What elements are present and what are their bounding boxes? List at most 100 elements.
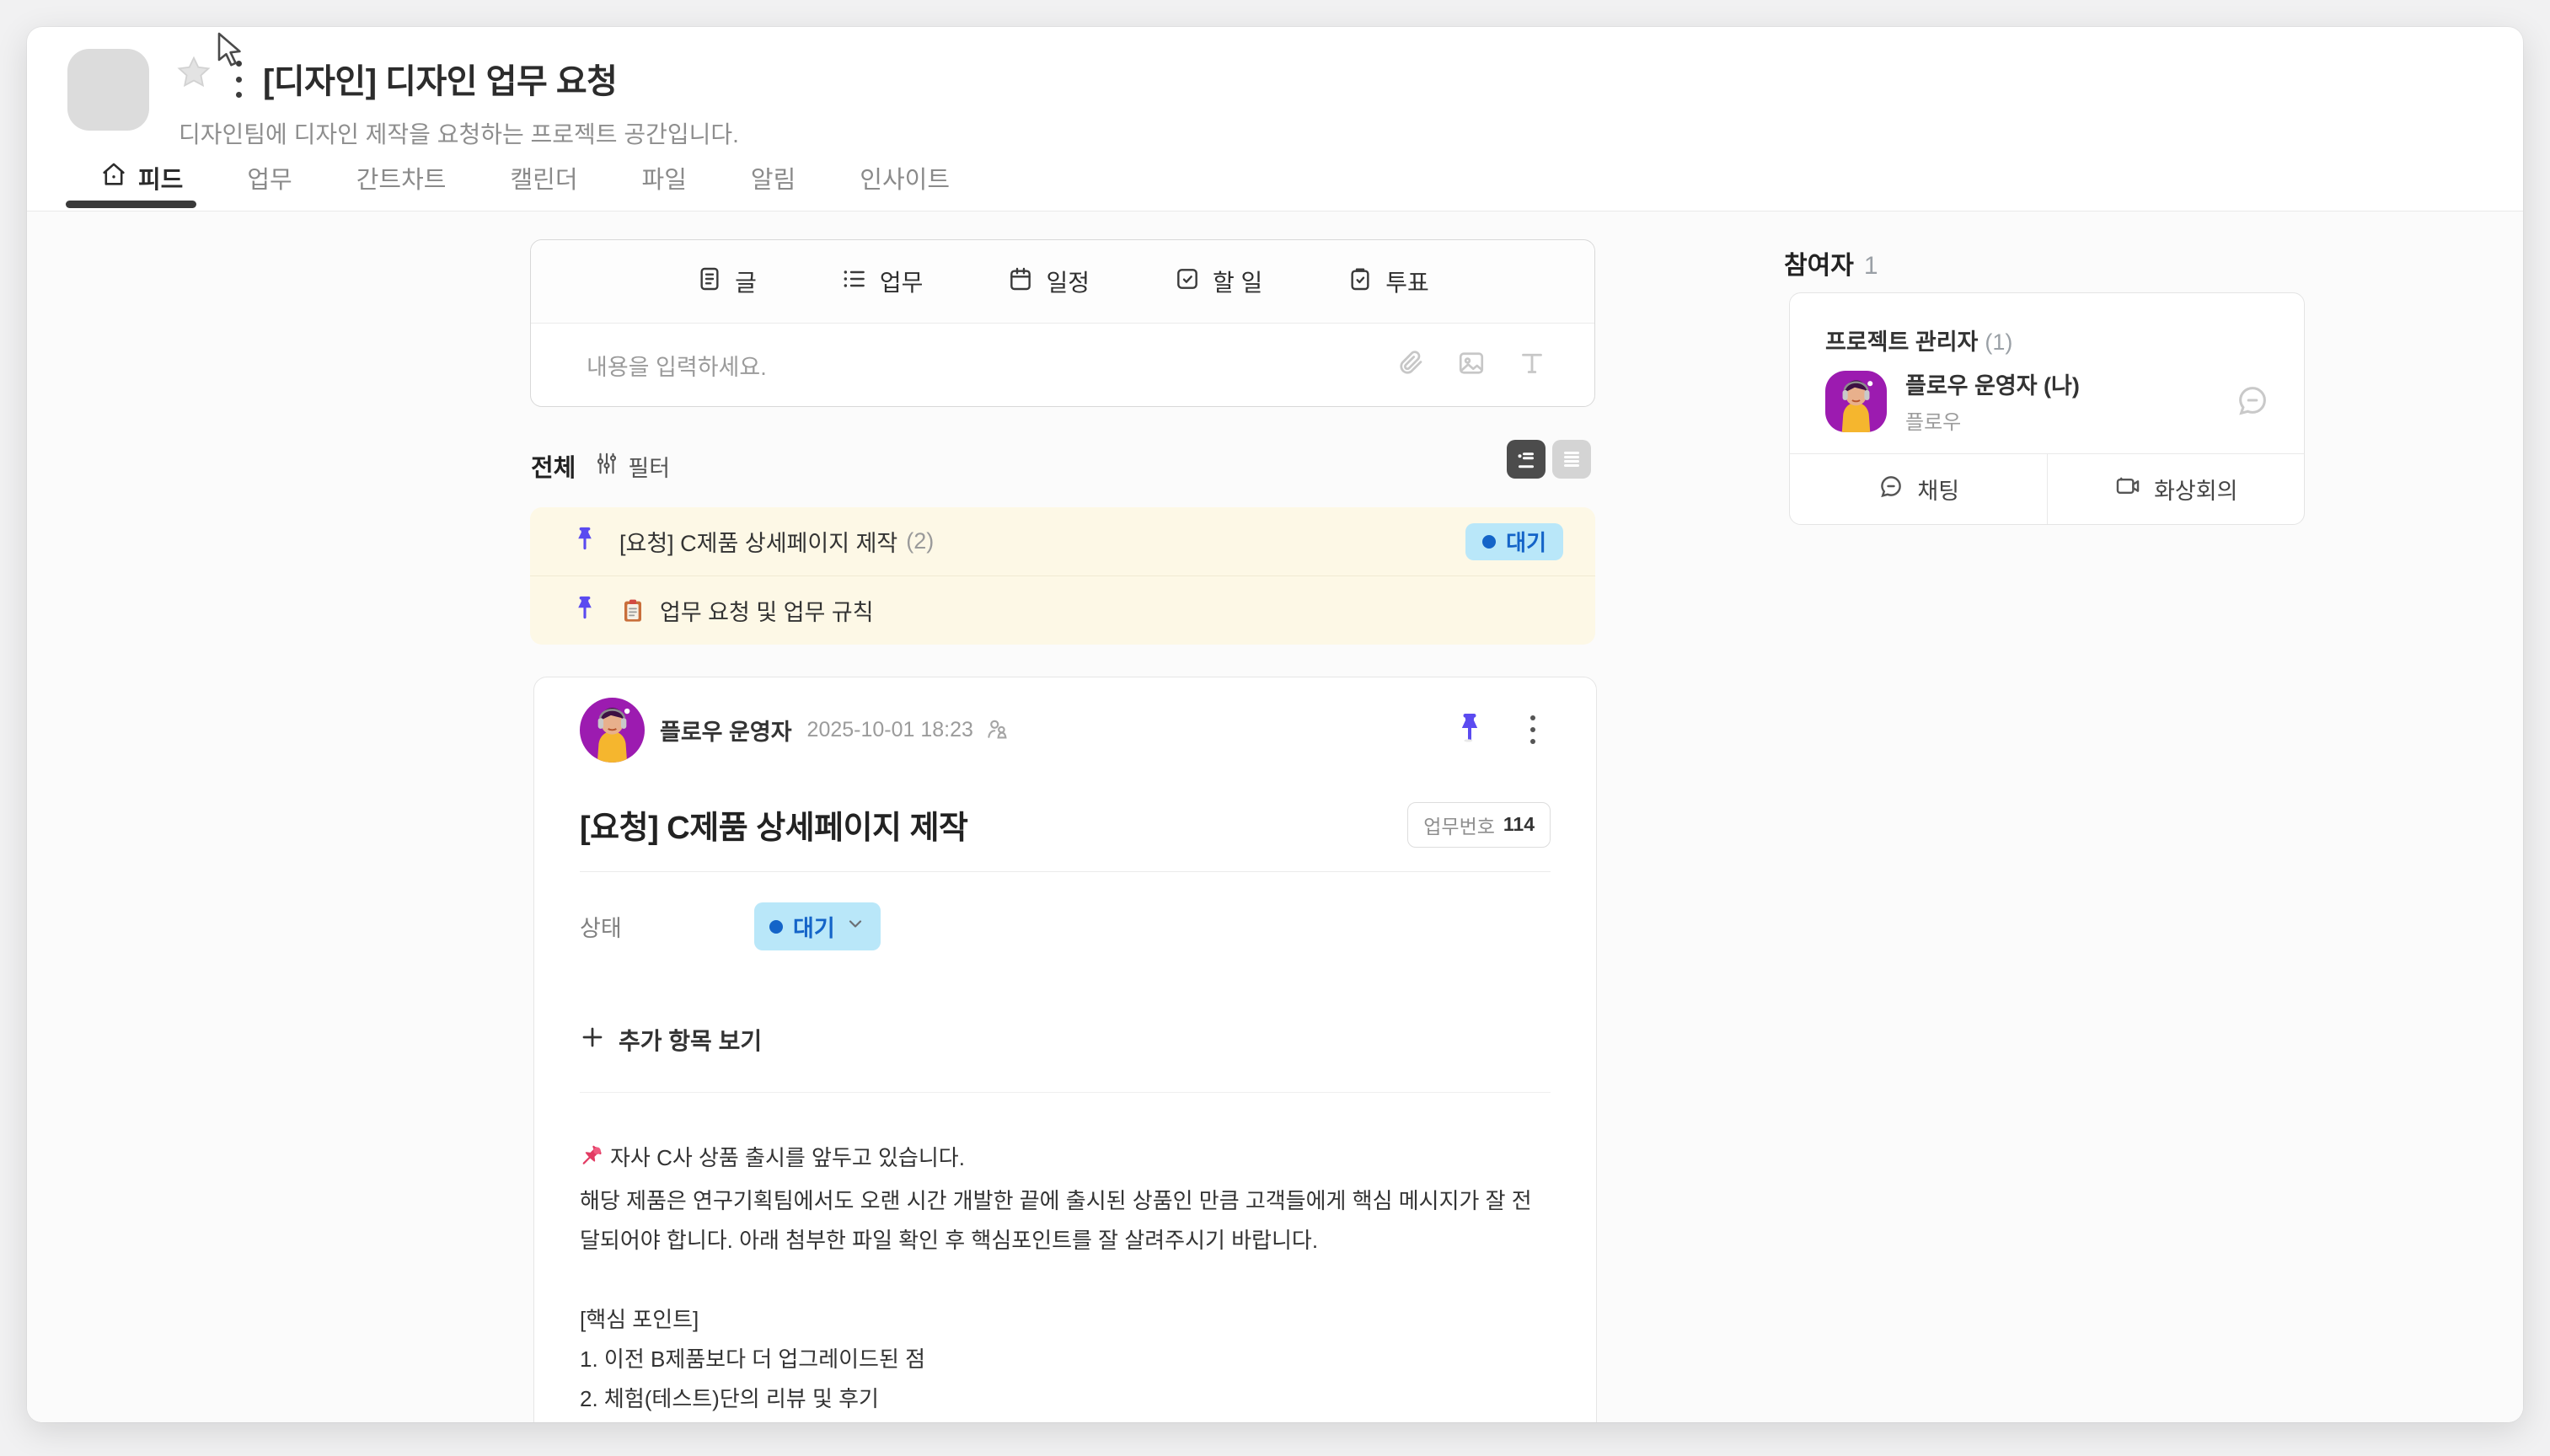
composer-tools bbox=[1396, 324, 1547, 407]
tab-calendar[interactable]: 캘린더 bbox=[510, 160, 577, 195]
list-detail-view-toggle[interactable] bbox=[1507, 440, 1546, 479]
filter-button[interactable]: 필터 bbox=[594, 450, 670, 483]
participant-org: 플로우 bbox=[1905, 405, 2080, 435]
video-button-label: 화상회의 bbox=[2154, 473, 2237, 506]
post-composer: 글 업무 일정 할 일 투표 내용을 입력하세요. bbox=[530, 239, 1595, 407]
composer-action-task[interactable]: 업무 bbox=[841, 265, 924, 298]
filter-label: 필터 bbox=[628, 450, 670, 483]
tab-label: 파일 bbox=[642, 160, 687, 195]
project-description: 디자인팀에 디자인 제작을 요청하는 프로젝트 공간입니다. bbox=[179, 116, 739, 150]
participant-row[interactable]: 플로우 운영자 (나) 플로우 bbox=[1825, 367, 2080, 435]
show-more-fields-label: 추가 항목 보기 bbox=[619, 1023, 762, 1057]
composer-action-label: 업무 bbox=[880, 265, 924, 298]
pinned-posts: [요청] C제품 상세페이지 제작 (2) 대기 업무 요청 및 업무 규칙 bbox=[530, 507, 1595, 645]
chat-icon bbox=[1877, 472, 1905, 506]
pinned-item-title: [요청] C제품 상세페이지 제작 bbox=[619, 525, 897, 558]
tab-tasks[interactable]: 업무 bbox=[247, 160, 292, 195]
tab-label: 업무 bbox=[247, 160, 292, 195]
filter-all-label[interactable]: 전체 bbox=[531, 448, 576, 484]
post-body: 자사 C사 상품 출시를 앞두고 있습니다. 해당 제품은 연구기획팀에서도 오… bbox=[580, 1138, 1551, 1422]
pinned-pin-icon[interactable] bbox=[1453, 711, 1487, 749]
participant-name: 플로우 운영자 (나) bbox=[1905, 367, 2080, 400]
image-icon[interactable] bbox=[1456, 348, 1487, 383]
group-count: (1) bbox=[1985, 329, 2012, 355]
participant-group-label: 프로젝트 관리자 (1) bbox=[1825, 324, 2012, 356]
task-list-icon bbox=[841, 265, 868, 298]
composer-action-label: 할 일 bbox=[1213, 265, 1262, 298]
clipboard-emoji bbox=[619, 597, 646, 624]
body-line: 해당 제품은 연구기획팀에서도 오랜 시간 개발한 끝에 출시된 상품인 만큼 … bbox=[580, 1181, 1551, 1261]
post-timestamp: 2025-10-01 18:23 bbox=[807, 718, 973, 742]
composer-placeholder: 내용을 입력하세요. bbox=[587, 349, 767, 382]
status-dropdown[interactable]: 대기 bbox=[754, 902, 881, 950]
active-tab-indicator bbox=[66, 201, 196, 208]
tab-label: 캘린더 bbox=[510, 160, 577, 195]
post-author-name[interactable]: 플로우 운영자 bbox=[660, 714, 792, 747]
status-dot bbox=[769, 920, 783, 934]
composer-action-vote[interactable]: 투표 bbox=[1347, 265, 1429, 298]
post-more-menu-icon[interactable] bbox=[1530, 715, 1535, 744]
post-header: 플로우 운영자 2025-10-01 18:23 bbox=[580, 697, 1551, 763]
chat-button[interactable]: 채팅 bbox=[1790, 454, 2047, 524]
video-call-button[interactable]: 화상회의 bbox=[2047, 454, 2305, 524]
tab-insights[interactable]: 인사이트 bbox=[860, 160, 950, 195]
app-window: [디자인] 디자인 업무 요청 디자인팀에 디자인 제작을 요청하는 프로젝트 … bbox=[27, 27, 2523, 1422]
pinned-item[interactable]: 업무 요청 및 업무 규칙 bbox=[530, 575, 1595, 645]
composer-action-todo[interactable]: 할 일 bbox=[1174, 265, 1262, 298]
tab-label: 인사이트 bbox=[860, 160, 950, 195]
body-spacer bbox=[580, 1261, 1551, 1300]
pinned-item[interactable]: [요청] C제품 상세페이지 제작 (2) 대기 bbox=[530, 507, 1595, 575]
project-tabbar: 피드 업무 간트차트 캘린더 파일 알림 인사이트 bbox=[99, 160, 950, 195]
body-line: 1. 이전 B제품보다 더 업그레이드된 점 bbox=[580, 1340, 1551, 1379]
composer-action-tabs: 글 업무 일정 할 일 투표 bbox=[531, 240, 1594, 324]
todo-check-icon bbox=[1174, 265, 1201, 298]
feed-filter-row: 전체 필터 bbox=[531, 448, 670, 484]
post-title-row: [요청] C제품 상세페이지 제작 업무번호 114 bbox=[580, 801, 1551, 848]
status-badge-label: 대기 bbox=[1506, 526, 1546, 557]
project-thumbnail[interactable] bbox=[67, 49, 149, 131]
body-line: 2. 체험(테스트)단의 리뷰 및 후기 bbox=[580, 1379, 1551, 1419]
compact-view-toggle[interactable] bbox=[1552, 440, 1591, 479]
tab-gantt[interactable]: 간트차트 bbox=[356, 160, 447, 195]
text-style-icon[interactable] bbox=[1517, 348, 1547, 383]
pinned-item-title: 업무 요청 및 업무 규칙 bbox=[660, 594, 874, 627]
composer-action-schedule[interactable]: 일정 bbox=[1007, 265, 1090, 298]
composer-input[interactable]: 내용을 입력하세요. bbox=[531, 324, 1594, 407]
home-icon bbox=[99, 160, 128, 195]
tab-label: 알림 bbox=[751, 160, 796, 195]
body-line: [핵심 포인트] bbox=[580, 1300, 1551, 1340]
feed-post-card: 플로우 운영자 2025-10-01 18:23 [요청] C제품 상세페이지 … bbox=[533, 677, 1597, 1422]
status-value: 대기 bbox=[793, 910, 835, 943]
favorite-star-icon[interactable] bbox=[175, 54, 212, 91]
chat-bubble-icon[interactable] bbox=[2233, 381, 2272, 424]
status-row: 상태 대기 bbox=[580, 902, 1551, 950]
sliders-filter-icon bbox=[594, 451, 619, 482]
post-title: [요청] C제품 상세페이지 제작 bbox=[580, 801, 968, 848]
body-text: 자사 C사 상품 출시를 앞두고 있습니다. bbox=[610, 1145, 965, 1170]
participants-card: 프로젝트 관리자 (1) 플로우 운영자 (나) 플로우 채팅 화상회의 bbox=[1789, 292, 2305, 525]
group-label: 프로젝트 관리자 bbox=[1825, 329, 1978, 355]
tab-label: 간트차트 bbox=[356, 160, 447, 195]
composer-action-post[interactable]: 글 bbox=[696, 265, 757, 298]
show-more-fields-button[interactable]: 추가 항목 보기 bbox=[580, 1023, 1551, 1057]
attach-icon[interactable] bbox=[1396, 348, 1426, 383]
pinned-item-count: (2) bbox=[906, 528, 934, 554]
task-number-chip: 업무번호 114 bbox=[1407, 802, 1551, 848]
task-number-label: 업무번호 bbox=[1423, 811, 1495, 839]
shared-members-icon[interactable] bbox=[985, 717, 1010, 742]
pin-icon bbox=[571, 525, 599, 558]
tab-feed[interactable]: 피드 bbox=[99, 160, 183, 195]
body-line: 3. 특허 인증 마크 bbox=[580, 1419, 1551, 1422]
body-line: 자사 C사 상품 출시를 앞두고 있습니다. bbox=[580, 1138, 1551, 1181]
divider bbox=[580, 1092, 1551, 1093]
tab-notifications[interactable]: 알림 bbox=[751, 160, 796, 195]
pin-icon bbox=[571, 594, 599, 627]
pushpin-emoji bbox=[580, 1142, 605, 1181]
participants-heading: 참여자1 bbox=[1784, 244, 1878, 281]
participant-actions: 채팅 화상회의 bbox=[1790, 453, 2304, 524]
project-title: [디자인] 디자인 업무 요청 bbox=[263, 54, 617, 103]
calendar-icon bbox=[1007, 265, 1034, 298]
composer-action-label: 일정 bbox=[1046, 265, 1090, 298]
tab-files[interactable]: 파일 bbox=[642, 160, 687, 195]
author-avatar[interactable] bbox=[580, 698, 645, 763]
